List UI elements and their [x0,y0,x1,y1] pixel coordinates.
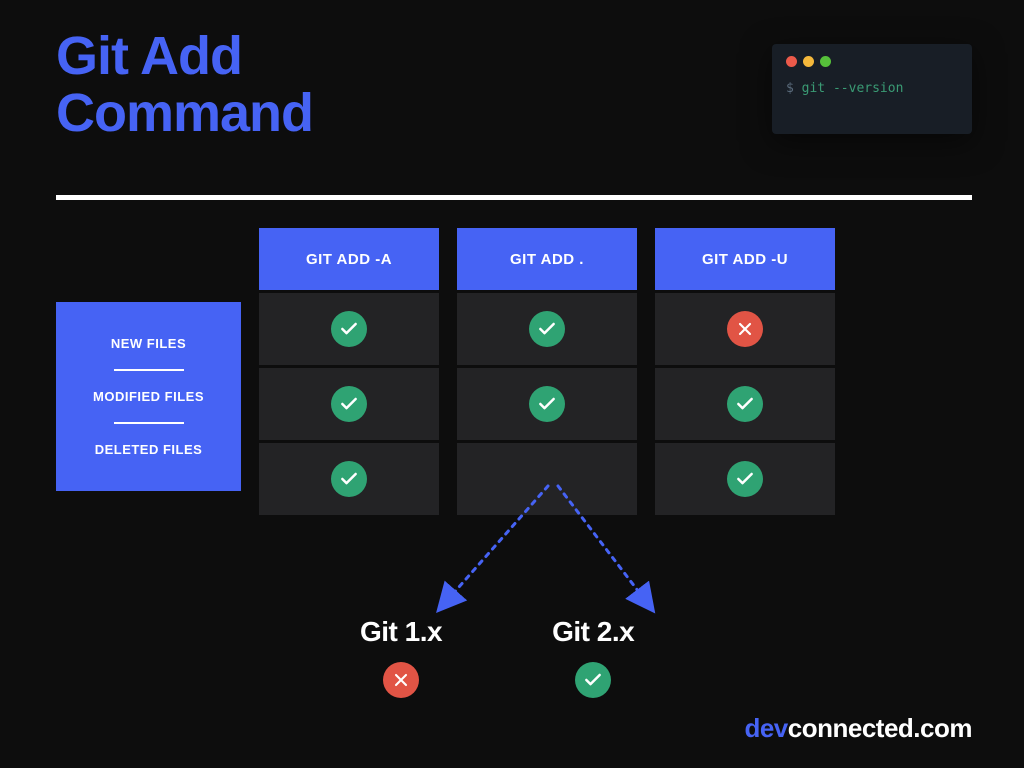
row-label-deleted-files: DELETED FILES [95,432,203,467]
table-cell [259,293,439,365]
check-icon [529,386,565,422]
column-git-add-a: GIT ADD -A [259,228,439,515]
header-divider [56,195,972,200]
version-branch-targets: Git 1.x Git 2.x [360,616,634,698]
column-header: GIT ADD -A [259,228,439,290]
footer-attribution: devconnected.com [744,713,972,744]
title-line-1: Git Add [56,26,242,86]
version-label: Git 1.x [360,616,442,648]
check-icon [331,386,367,422]
check-icon [331,311,367,347]
table-cell-branch-origin [457,443,637,515]
terminal-traffic-lights [786,56,958,67]
column-header: GIT ADD . [457,228,637,290]
row-label-new-files: NEW FILES [111,326,186,361]
table-cell [655,368,835,440]
terminal-prompt: $ [786,81,802,96]
row-labels-column: NEW FILES MODIFIED FILES DELETED FILES [56,228,241,515]
check-icon [727,386,763,422]
check-icon [575,662,611,698]
footer-accent: dev [744,713,787,743]
row-labels-box: NEW FILES MODIFIED FILES DELETED FILES [56,302,241,491]
terminal-command: git --version [802,81,904,96]
table-cell [655,443,835,515]
check-icon [331,461,367,497]
cross-icon [727,311,763,347]
column-git-add-dot: GIT ADD . [457,228,637,515]
column-header: GIT ADD -U [655,228,835,290]
table-cell [655,293,835,365]
branch-target-git-2x: Git 2.x [552,616,634,698]
column-git-add-u: GIT ADD -U [655,228,835,515]
table-cell [457,293,637,365]
maximize-icon [820,56,831,67]
row-label-modified-files: MODIFIED FILES [93,379,204,414]
cross-icon [383,662,419,698]
table-cell [259,368,439,440]
terminal-command-line: $ git --version [786,81,958,96]
version-label: Git 2.x [552,616,634,648]
branch-target-git-1x: Git 1.x [360,616,442,698]
table-cell [259,443,439,515]
minimize-icon [803,56,814,67]
label-divider [114,422,184,424]
title-line-2: Command [56,83,313,143]
footer-rest: connected.com [788,713,972,743]
close-icon [786,56,797,67]
terminal-window: $ git --version [772,44,972,134]
check-icon [727,461,763,497]
page-title: Git Add Command [56,28,313,141]
label-divider [114,369,184,371]
check-icon [529,311,565,347]
table-cell [457,368,637,440]
comparison-table: NEW FILES MODIFIED FILES DELETED FILES G… [56,228,835,515]
